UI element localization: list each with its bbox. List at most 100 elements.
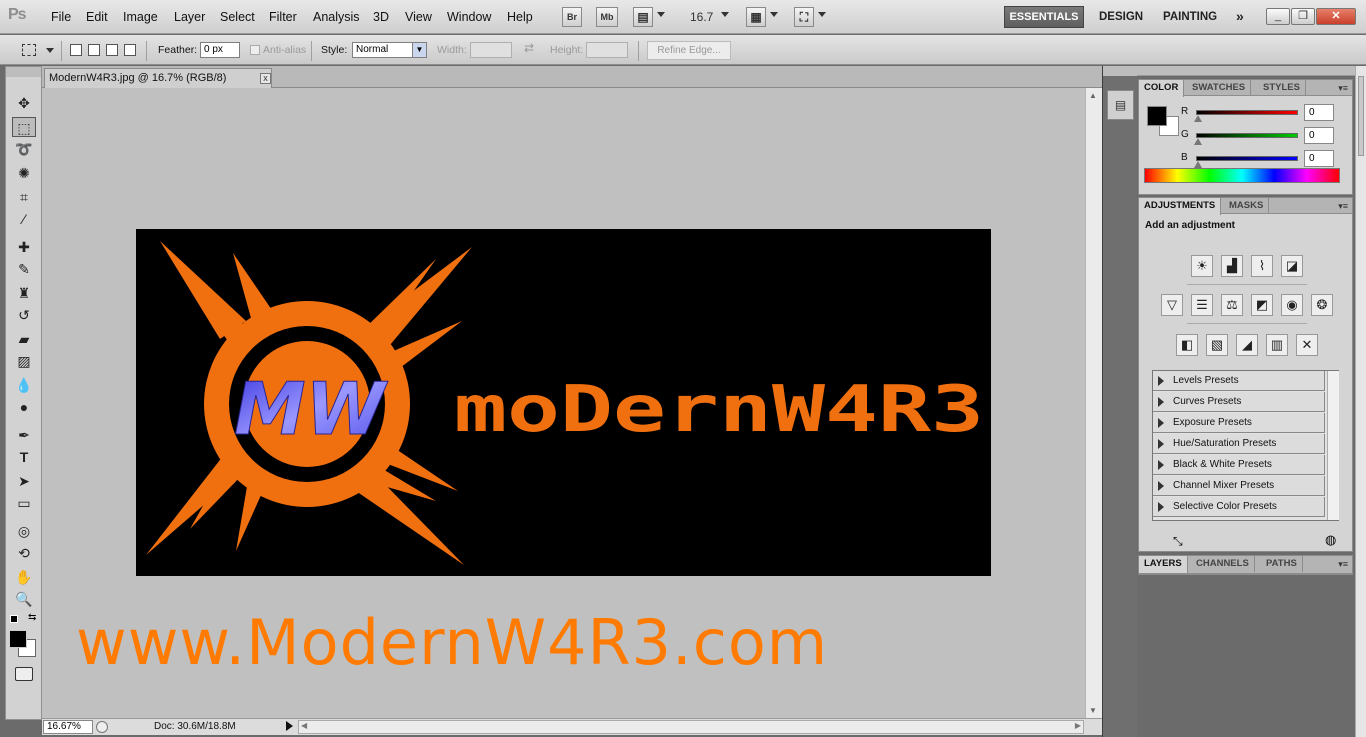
panel-menu-icon[interactable]: ▾≡ [1338, 559, 1348, 570]
list-item[interactable]: Exposure Presets [1153, 413, 1325, 433]
workspace-essentials[interactable]: ESSENTIALS [1004, 6, 1084, 28]
list-item[interactable]: Selective Color Presets [1153, 497, 1325, 517]
3d-orbit-tool-icon[interactable]: ⟲ [12, 543, 36, 563]
history-panel-icon[interactable]: ▤ [1107, 90, 1134, 120]
expand-icon[interactable] [1158, 460, 1164, 470]
panel-menu-icon[interactable]: ▾≡ [1338, 201, 1348, 212]
tab-channels[interactable]: CHANNELS [1191, 556, 1255, 572]
bridge-button[interactable]: Br [562, 7, 582, 27]
tab-swatches[interactable]: SWATCHES [1187, 80, 1252, 96]
list-item[interactable]: Curves Presets [1153, 392, 1325, 412]
posterize-icon[interactable]: ▧ [1206, 334, 1228, 356]
green-value-input[interactable]: 0 [1304, 127, 1334, 144]
tools-panel-header[interactable] [6, 67, 41, 77]
black-white-icon[interactable]: ◩ [1251, 294, 1273, 316]
close-document-icon[interactable]: x [260, 73, 271, 84]
feather-input[interactable]: 0 px [200, 42, 240, 58]
expand-icon[interactable] [1158, 481, 1164, 491]
intersect-selection-icon[interactable] [124, 44, 136, 56]
workspace-painting[interactable]: PAINTING [1163, 11, 1217, 23]
levels-icon[interactable]: ▟ [1221, 255, 1243, 277]
expanded-view-icon[interactable]: ⤡ [1173, 534, 1183, 549]
clone-stamp-tool-icon[interactable]: ♜ [12, 283, 36, 303]
red-value-input[interactable]: 0 [1304, 104, 1334, 121]
3d-rotate-tool-icon[interactable]: ◎ [12, 521, 36, 541]
scroll-right-icon[interactable]: ▶ [1075, 721, 1081, 730]
style-select[interactable]: Normal ▼ [352, 42, 427, 58]
add-to-selection-icon[interactable] [88, 44, 100, 56]
path-selection-tool-icon[interactable]: ➤ [12, 471, 36, 491]
clip-to-layer-icon[interactable]: ◍ [1325, 532, 1336, 548]
zoom-level[interactable]: 16.7 [690, 10, 713, 24]
channel-mixer-icon[interactable]: ❂ [1311, 294, 1333, 316]
menu-3d[interactable]: 3D [373, 10, 389, 24]
green-slider-handle[interactable] [1194, 138, 1202, 145]
menu-filter[interactable]: Filter [269, 10, 297, 24]
quick-selection-tool-icon[interactable]: ✺ [12, 163, 36, 183]
extras-icon[interactable]: ▤ [633, 7, 653, 27]
dock-header[interactable] [1103, 66, 1138, 76]
panel-dock-scrollbar[interactable] [1355, 66, 1366, 737]
mini-bridge-button[interactable]: Mb [596, 7, 618, 27]
zoom-input[interactable]: 16.67% [43, 720, 93, 734]
zoom-tool-icon[interactable]: 🔍 [12, 589, 36, 609]
foreground-color-swatch[interactable] [9, 630, 27, 648]
red-slider-handle[interactable] [1194, 115, 1202, 122]
scroll-left-icon[interactable]: ◀ [301, 721, 307, 730]
menu-window[interactable]: Window [447, 10, 491, 24]
restore-button[interactable]: ❐ [1291, 8, 1315, 25]
more-workspaces-icon[interactable]: » [1236, 8, 1244, 24]
list-item[interactable]: Channel Mixer Presets [1153, 476, 1325, 496]
tab-adjustments[interactable]: ADJUSTMENTS [1139, 198, 1222, 215]
expand-icon[interactable] [1158, 397, 1164, 407]
threshold-icon[interactable]: ◢ [1236, 334, 1258, 356]
arrange-dropdown-icon[interactable] [770, 12, 778, 17]
tab-paths[interactable]: PATHS [1261, 556, 1303, 572]
exposure-icon[interactable]: ◪ [1281, 255, 1303, 277]
invert-icon[interactable]: ◧ [1176, 334, 1198, 356]
healing-brush-tool-icon[interactable]: ✚ [12, 237, 36, 257]
default-colors-icon[interactable] [10, 615, 18, 623]
width-input[interactable] [470, 42, 512, 58]
menu-file[interactable]: File [51, 10, 71, 24]
curves-icon[interactable]: ⌇ [1251, 255, 1273, 277]
tool-preset-dropdown-icon[interactable] [46, 48, 54, 53]
extras-dropdown-icon[interactable] [657, 12, 665, 17]
gradient-tool-icon[interactable]: ▨ [12, 351, 36, 371]
expand-icon[interactable] [1158, 376, 1164, 386]
list-item[interactable]: Black & White Presets [1153, 455, 1325, 475]
arrange-documents-icon[interactable]: ▦ [746, 7, 766, 27]
eraser-tool-icon[interactable]: ▰ [12, 329, 36, 349]
brush-tool-icon[interactable]: ✎ [12, 259, 36, 279]
history-brush-tool-icon[interactable]: ↺ [12, 305, 36, 325]
gradient-map-icon[interactable]: ▥ [1266, 334, 1288, 356]
menu-analysis[interactable]: Analysis [313, 10, 360, 24]
green-slider[interactable] [1196, 133, 1298, 138]
expand-icon[interactable] [1158, 502, 1164, 512]
hand-tool-icon[interactable]: ✋ [12, 567, 36, 587]
type-tool-icon[interactable]: T [12, 447, 36, 467]
minimize-button[interactable]: _ [1266, 8, 1290, 25]
marquee-preset-icon[interactable] [22, 44, 36, 56]
menu-view[interactable]: View [405, 10, 432, 24]
subtract-from-selection-icon[interactable] [106, 44, 118, 56]
vertical-scrollbar[interactable]: ▲ ▼ [1085, 88, 1102, 718]
refine-edge-button[interactable]: Refine Edge... [647, 41, 731, 60]
panel-menu-icon[interactable]: ▾≡ [1338, 83, 1348, 94]
list-item[interactable]: Hue/Saturation Presets [1153, 434, 1325, 454]
chevron-down-icon[interactable]: ▼ [412, 43, 426, 57]
red-slider[interactable] [1196, 110, 1298, 115]
scroll-down-icon[interactable]: ▼ [1089, 706, 1097, 715]
vibrance-icon[interactable]: ▽ [1161, 294, 1183, 316]
blue-value-input[interactable]: 0 [1304, 150, 1334, 167]
brightness-contrast-icon[interactable]: ☀ [1191, 255, 1213, 277]
list-item[interactable]: Levels Presets [1153, 371, 1325, 391]
document-tab[interactable]: ModernW4R3.jpg @ 16.7% (RGB/8) x [44, 68, 272, 89]
dodge-tool-icon[interactable]: ● [12, 397, 36, 417]
hue-saturation-icon[interactable]: ☰ [1191, 294, 1213, 316]
menu-image[interactable]: Image [123, 10, 158, 24]
menu-help[interactable]: Help [507, 10, 533, 24]
quick-mask-icon[interactable] [15, 667, 33, 681]
blue-slider-handle[interactable] [1194, 161, 1202, 168]
eyedropper-tool-icon[interactable]: ⁄ [12, 209, 36, 229]
